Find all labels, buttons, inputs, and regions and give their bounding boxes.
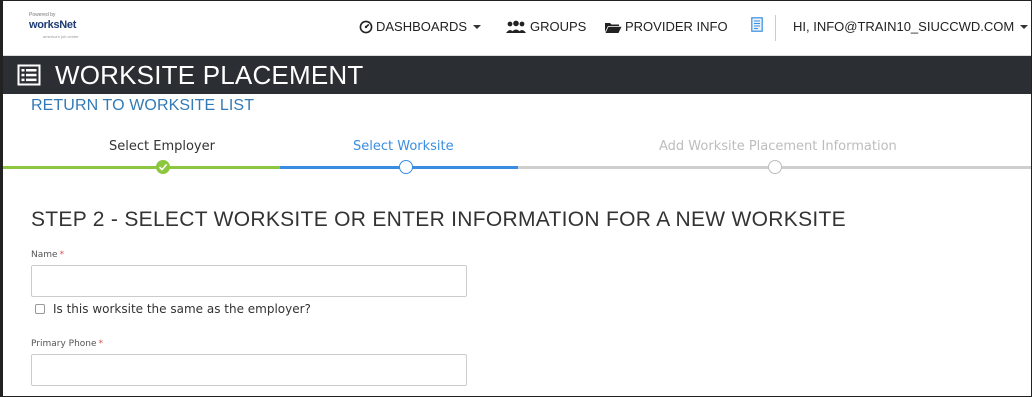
step-node-complete bbox=[156, 160, 170, 174]
top-navbar: Powered by worksNet america's job center… bbox=[3, 1, 1031, 56]
same-as-employer-row[interactable]: Is this worksite the same as the employe… bbox=[35, 302, 311, 316]
required-mark: * bbox=[59, 250, 65, 260]
dashboard-gauge-icon bbox=[359, 20, 373, 33]
nav-notes[interactable] bbox=[751, 17, 763, 32]
same-as-employer-checkbox[interactable] bbox=[35, 304, 45, 314]
step-label-select-worksite[interactable]: Select Worksite bbox=[353, 139, 454, 154]
nav-user-label: HI, INFO@TRAIN10_SIUCCWD.COM bbox=[793, 19, 1015, 34]
name-label-text: Name bbox=[31, 250, 58, 260]
nav-dashboards[interactable]: DASHBOARDS bbox=[359, 19, 482, 34]
name-input[interactable] bbox=[31, 265, 467, 297]
phone-label-text: Primary Phone bbox=[31, 339, 97, 349]
step-label-select-employer[interactable]: Select Employer bbox=[109, 139, 215, 154]
phone-field-label: Primary Phone * bbox=[31, 339, 103, 349]
step-node-active bbox=[399, 160, 413, 174]
app-frame: Powered by worksNet america's job center… bbox=[0, 0, 1032, 397]
nav-dashboards-label: DASHBOARDS bbox=[376, 19, 468, 34]
step-label-add-placement-info: Add Worksite Placement Information bbox=[659, 139, 897, 154]
folder-open-icon bbox=[605, 22, 622, 33]
checkmark-icon bbox=[158, 163, 168, 171]
step-bar-complete bbox=[3, 166, 280, 169]
primary-phone-input[interactable] bbox=[31, 354, 467, 386]
page-title-bar: WORKSITE PLACEMENT bbox=[3, 56, 1031, 94]
nav-groups-label: GROUPS bbox=[530, 19, 587, 34]
nav-divider bbox=[775, 15, 776, 41]
nav-provider-info[interactable]: PROVIDER INFO bbox=[604, 19, 728, 34]
document-list-icon bbox=[751, 17, 763, 32]
nav-provider-info-label: PROVIDER INFO bbox=[625, 19, 728, 34]
nav-groups[interactable]: GROUPS bbox=[505, 19, 586, 34]
same-as-employer-label[interactable]: Is this worksite the same as the employe… bbox=[53, 302, 311, 316]
list-icon bbox=[17, 64, 41, 86]
page-title: WORKSITE PLACEMENT bbox=[55, 60, 364, 90]
nav-user-menu[interactable]: HI, INFO@TRAIN10_SIUCCWD.COM bbox=[793, 19, 1029, 34]
return-to-worksite-list-link[interactable]: RETURN TO WORKSITE LIST bbox=[31, 97, 254, 115]
logo-tagline-top: Powered by bbox=[29, 12, 56, 18]
step-node-inactive bbox=[768, 160, 782, 174]
users-group-icon bbox=[506, 20, 526, 33]
name-field-label: Name * bbox=[31, 250, 64, 260]
chevron-down-icon bbox=[473, 24, 482, 29]
step-heading: STEP 2 - SELECT WORKSITE OR ENTER INFORM… bbox=[31, 208, 846, 231]
required-mark: * bbox=[98, 339, 104, 349]
chevron-down-icon bbox=[1020, 24, 1029, 29]
